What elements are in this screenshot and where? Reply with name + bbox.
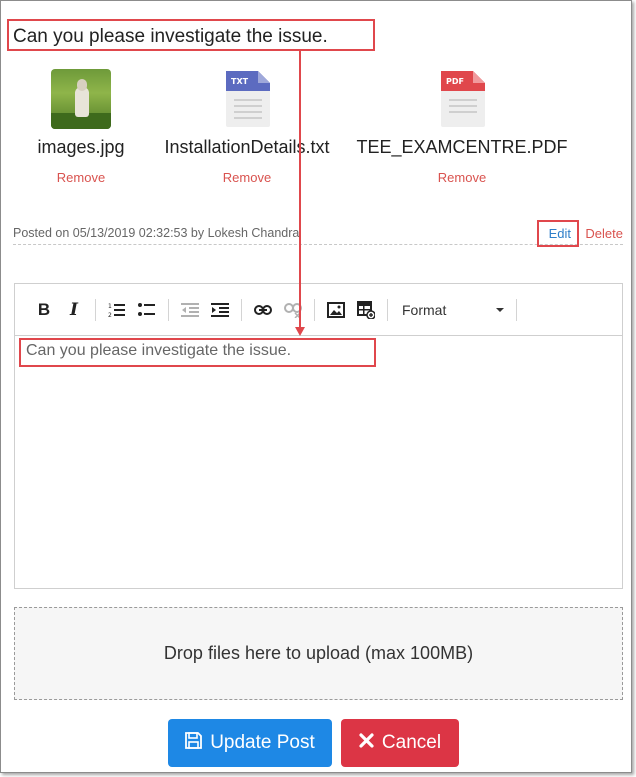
toolbar-divider [95,298,96,321]
post-meta-row: Posted on 05/13/2019 02:32:53 by Lokesh … [13,225,623,245]
insert-image-icon[interactable] [324,298,348,322]
svg-text:2: 2 [108,312,112,318]
file-dropzone[interactable]: Drop files here to upload (max 100MB) [14,607,623,700]
attachment-images-jpg[interactable]: images.jpg Remove [23,69,139,185]
callout-edit-link [537,220,579,247]
increase-indent-icon[interactable] [208,298,232,322]
remove-attachment-button[interactable]: Remove [147,170,347,185]
image-thumbnail[interactable] [51,69,111,129]
post-edit-panel: Can you please investigate the issue. im… [0,0,632,773]
format-dropdown-label: Format [402,301,447,318]
toolbar-divider [241,298,242,321]
txt-badge: TXT [231,77,249,86]
remove-attachment-button[interactable]: Remove [23,170,139,185]
caret-down-icon [496,307,504,312]
attachment-filename: InstallationDetails.txt [164,137,330,157]
bulleted-list-icon[interactable] [135,298,159,322]
delete-post-link[interactable]: Delete [585,226,623,241]
pdf-file-icon[interactable]: PDF [437,69,487,129]
cancel-button[interactable]: Cancel [341,719,459,767]
remove-attachment-button[interactable]: Remove [353,170,571,185]
decrease-indent-icon[interactable] [178,298,202,322]
dropzone-label: Drop files here to upload (max 100MB) [163,643,474,663]
save-icon [185,731,203,755]
callout-editor-text [19,338,376,367]
attachment-filename: TEE_EXAMCENTRE.PDF [356,137,568,157]
callout-arrow-head [295,327,305,336]
numbered-list-icon[interactable]: 12 [105,298,129,322]
callout-arrow-line [299,49,301,329]
rich-text-editor: B I 12 Format Can you please investigate… [14,283,623,589]
bold-button[interactable]: B [32,298,56,322]
format-dropdown[interactable]: Format [394,298,510,322]
svg-text:1: 1 [108,303,112,310]
txt-file-icon[interactable]: TXT [222,69,272,129]
insert-table-icon[interactable] [354,298,378,322]
attachment-filename: images.jpg [37,137,125,157]
close-icon [359,732,374,754]
toolbar-divider [168,298,169,321]
link-icon[interactable] [251,298,275,322]
editor-toolbar: B I 12 Format [15,284,622,336]
update-post-label: Update Post [210,732,315,753]
attachment-tee-examcentre-pdf[interactable]: PDF TEE_EXAMCENTRE.PDF Remove [353,69,571,185]
posted-info: Posted on 05/13/2019 02:32:53 by Lokesh … [13,226,300,240]
italic-button[interactable]: I [62,298,86,322]
unlink-icon[interactable] [281,298,305,322]
attachment-installation-details-txt[interactable]: TXT InstallationDetails.txt Remove [147,69,347,185]
toolbar-divider [516,298,517,321]
callout-post-text [7,19,375,51]
cancel-label: Cancel [381,732,442,753]
toolbar-divider [314,298,315,321]
pdf-badge: PDF [446,77,464,86]
update-post-button[interactable]: Update Post [168,719,332,767]
toolbar-divider [387,298,388,321]
